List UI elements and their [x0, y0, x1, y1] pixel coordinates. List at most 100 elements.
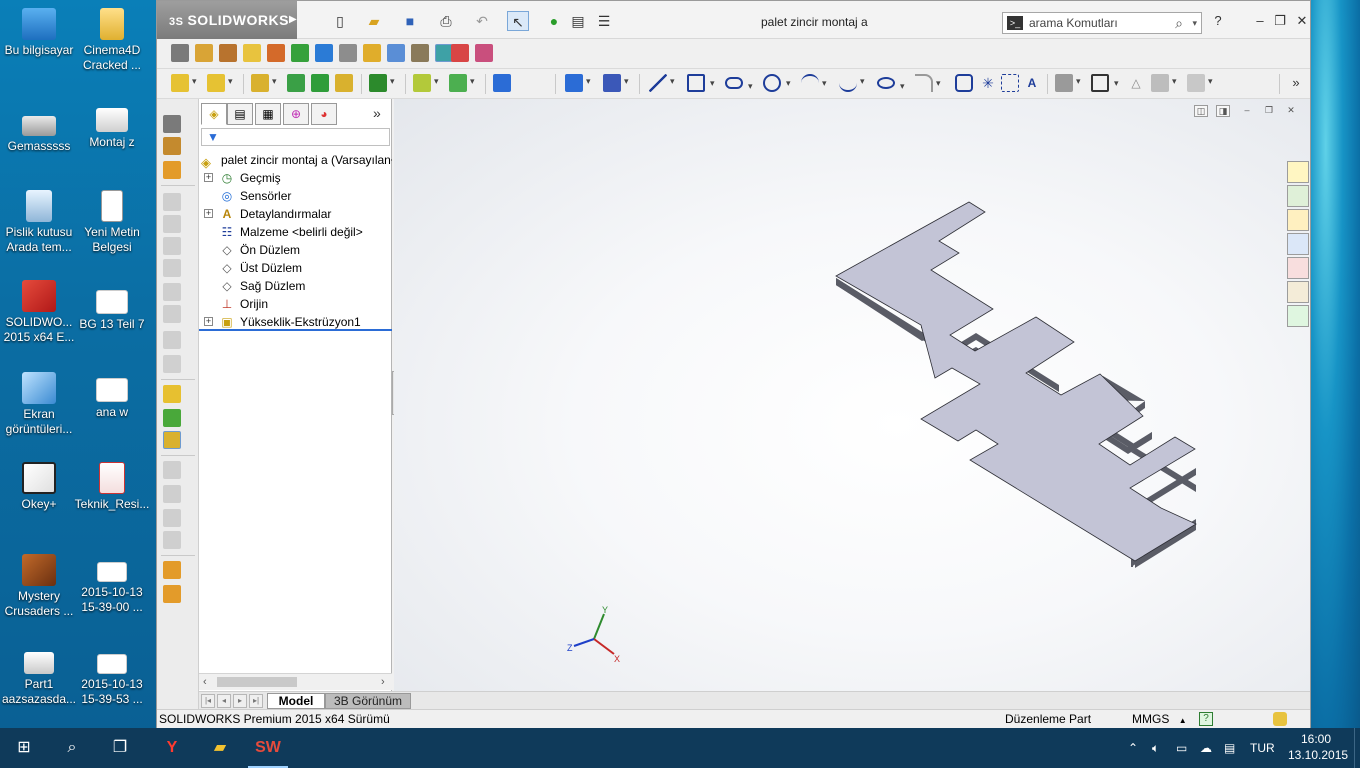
insert-component-icon[interactable]	[207, 74, 233, 92]
tree-root-part[interactable]: ◈palet zincir montaj a (Varsayılan<<Vars…	[201, 151, 392, 169]
tree-item-material[interactable]: ☷ Malzeme <belirli değil>	[199, 223, 392, 241]
circle-icon[interactable]	[763, 74, 791, 92]
curves-icon[interactable]	[163, 461, 181, 479]
menu-expand-icon[interactable]: ▶	[289, 11, 297, 29]
boundary-boss-icon[interactable]	[267, 44, 285, 62]
language-indicator[interactable]: TUR	[1250, 728, 1275, 768]
tree-item-front-plane[interactable]: ◇ Ön Düzlem	[199, 241, 392, 259]
volume-icon[interactable]: 🔈︎	[1152, 728, 1159, 768]
notification-icon[interactable]: ▤	[1224, 728, 1235, 768]
clock[interactable]: 16:00 13.10.2015	[1288, 731, 1348, 763]
mirror-entities-icon[interactable]	[1151, 74, 1177, 92]
search-icon[interactable]: ⌕	[1175, 13, 1183, 33]
options-icon[interactable]: ☰	[593, 11, 615, 31]
hole-wizard-icon[interactable]	[339, 44, 357, 62]
help-button[interactable]: ?	[1209, 13, 1227, 29]
sketch-picture-icon[interactable]	[1001, 74, 1019, 92]
swept-boss-icon[interactable]	[219, 44, 237, 62]
desktop-icon-mystery-crusaders[interactable]: Mystery Crusaders ...	[0, 554, 78, 619]
measure-icon[interactable]	[493, 74, 511, 92]
desktop-icon-bg13[interactable]: BG 13 Teil 7	[73, 290, 151, 332]
prev-tab-icon[interactable]: ◂	[217, 694, 231, 708]
tag-icon[interactable]	[1273, 712, 1287, 726]
units-selector[interactable]: MMGS ▲	[1132, 710, 1187, 730]
expand-icon[interactable]: +	[204, 173, 213, 182]
show-desktop-button[interactable]	[1354, 728, 1360, 768]
mirror-icon[interactable]	[475, 44, 493, 62]
search-icon[interactable]: ⌕	[48, 728, 96, 768]
hole-feature-icon[interactable]	[163, 215, 181, 233]
tab-dimxpert-manager[interactable]: ⊕	[283, 103, 309, 125]
desktop-icon-screenshot-1[interactable]: 2015-10-13 15-39-00 ...	[73, 562, 151, 615]
scrollbar-thumb[interactable]	[217, 677, 297, 687]
expand-icon[interactable]: +	[204, 209, 213, 218]
rollback-bar[interactable]	[199, 329, 392, 331]
desktop-icon-screenshot-2[interactable]: 2015-10-13 15-39-53 ...	[73, 654, 151, 707]
move-component-icon[interactable]	[311, 74, 329, 92]
trim-entities-icon[interactable]	[1055, 74, 1081, 92]
ellipse-icon[interactable]	[877, 77, 905, 92]
tab-3d-view[interactable]: 3B Görünüm	[325, 693, 411, 709]
chamfer-icon[interactable]	[387, 44, 405, 62]
last-tab-icon[interactable]: ▸|	[249, 694, 263, 708]
reference-geometry-icon[interactable]	[163, 431, 181, 449]
tab-configuration-manager[interactable]: ▦	[255, 103, 281, 125]
shell-feature-icon[interactable]	[163, 331, 181, 349]
save-icon[interactable]: ■	[399, 11, 421, 31]
open-folder-icon[interactable]: ▰	[363, 11, 385, 31]
desktop-icon-ana-w[interactable]: ana w	[73, 378, 151, 420]
spline-curve-icon[interactable]	[839, 74, 865, 92]
file-explorer-icon[interactable]	[1287, 209, 1309, 231]
fillet-feature-icon[interactable]	[163, 237, 181, 255]
dimension-icon[interactable]	[603, 74, 629, 92]
tree-item-right-plane[interactable]: ◇ Sağ Düzlem	[199, 277, 392, 295]
fillet-sketch-icon[interactable]	[915, 74, 941, 92]
line-icon[interactable]	[649, 74, 675, 92]
tab-feature-tree[interactable]: ◈	[201, 103, 227, 125]
offset-entities-icon[interactable]: △	[1127, 74, 1145, 92]
slot-icon[interactable]	[725, 77, 753, 92]
tree-item-origin[interactable]: ⊥ Orijin	[199, 295, 392, 313]
tree-item-sensors[interactable]: ◎ Sensörler	[199, 187, 392, 205]
component-pattern-icon[interactable]	[287, 74, 305, 92]
assembly-icon[interactable]	[171, 74, 197, 92]
desktop-icon-teknik-resim[interactable]: Teknik_Resi...	[73, 462, 151, 512]
pattern-feature-icon[interactable]	[163, 409, 181, 427]
file-properties-icon[interactable]: ▤	[567, 11, 589, 31]
yandex-browser-icon[interactable]: Y	[148, 728, 196, 768]
boss-feature-icon[interactable]	[163, 385, 181, 403]
solidworks-taskbar-icon[interactable]: SW	[244, 728, 292, 768]
extruded-boss-icon[interactable]	[171, 44, 189, 62]
tree-item-top-plane[interactable]: ◇ Üst Düzlem	[199, 259, 392, 277]
sketch-icon[interactable]	[565, 74, 591, 92]
display-relations-icon[interactable]	[1187, 74, 1213, 92]
view-palette-icon[interactable]	[1287, 233, 1309, 255]
next-tab-icon[interactable]: ▸	[233, 694, 247, 708]
select-pointer-icon[interactable]: ↖	[507, 11, 529, 31]
chamfer-feature-icon[interactable]	[163, 259, 181, 277]
arc-icon[interactable]	[801, 74, 827, 92]
maximize-button[interactable]: ❐	[1271, 13, 1289, 29]
chevron-right-icon[interactable]: »	[1287, 74, 1305, 92]
onedrive-icon[interactable]: ☁︎	[1200, 728, 1212, 768]
home-icon[interactable]	[1287, 161, 1309, 183]
rectangle-icon[interactable]	[687, 74, 715, 92]
part-model[interactable]	[394, 99, 1310, 691]
minimize-button[interactable]: –	[1251, 13, 1269, 29]
design-library-icon[interactable]	[1287, 185, 1309, 207]
undo-icon[interactable]: ↶	[471, 11, 493, 31]
expand-icon[interactable]: +	[204, 317, 213, 326]
print-icon[interactable]: ⎙	[435, 11, 457, 31]
wrap-feature-icon[interactable]	[163, 355, 181, 373]
desktop-icon-okey[interactable]: Okey+	[0, 462, 78, 512]
scroll-right-icon[interactable]: ›	[381, 674, 385, 690]
network-icon[interactable]: ▭	[1176, 728, 1187, 768]
desktop-icon-gemasssss[interactable]: Gemasssss	[0, 108, 78, 154]
forum-icon[interactable]	[1287, 305, 1309, 327]
chevron-right-icon[interactable]: »	[373, 105, 381, 121]
rebuild-icon[interactable]: ●	[543, 11, 565, 31]
extrude-feature-icon[interactable]	[163, 137, 181, 155]
rib-icon[interactable]	[411, 44, 429, 62]
linear-pattern-icon[interactable]	[369, 74, 395, 92]
revolved-cut-icon[interactable]	[315, 44, 333, 62]
